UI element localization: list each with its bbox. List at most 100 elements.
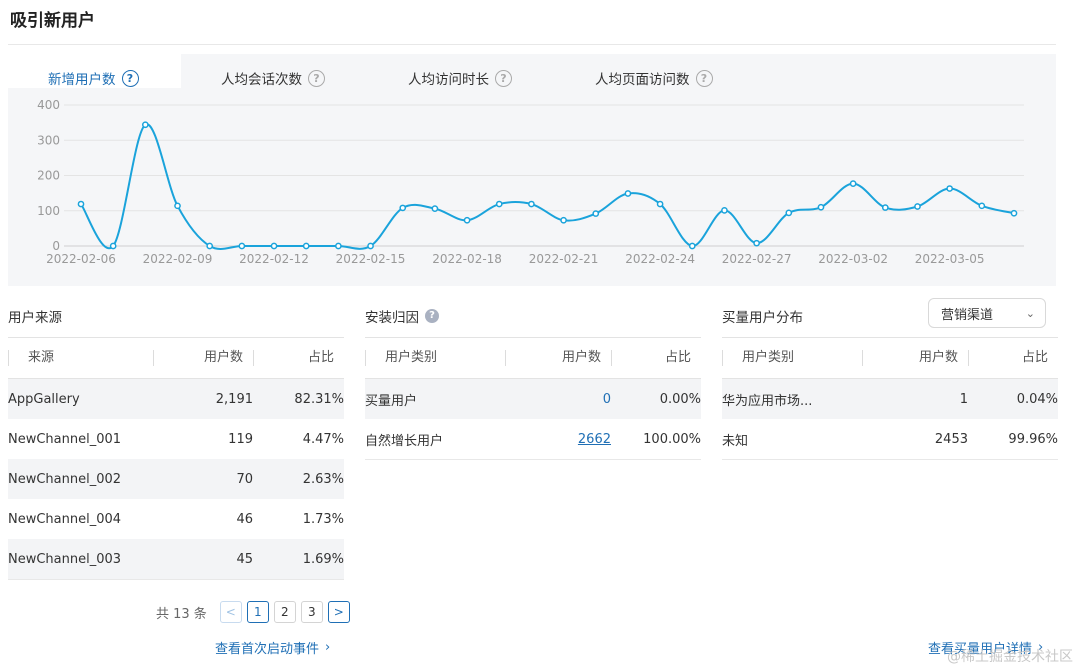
data-point [1010, 209, 1018, 217]
chart-panel: 新增用户数 ? 人均会话次数 ? 人均访问时长 ? 人均页面访问数 ? 0 100… [8, 54, 1056, 286]
column-header-ratio[interactable]: 占比 [611, 337, 701, 379]
category-name: 买量用户 [365, 378, 505, 419]
source-name: AppGallery [8, 378, 153, 419]
user-count: 45 [153, 539, 253, 580]
data-point [174, 202, 181, 210]
prev-page-button[interactable]: < [219, 601, 242, 623]
column-header-ratio[interactable]: 占比 [968, 337, 1058, 379]
table-header-row: 来源 用户数 占比 [8, 337, 344, 379]
next-page-button[interactable]: > [327, 601, 350, 623]
user-ratio: 2.63% [253, 459, 344, 499]
title-divider [8, 44, 1056, 45]
table-row: NewChannel_001 119 4.47% [8, 419, 344, 459]
y-tick-label: 100 [37, 204, 60, 218]
x-tick-label: 2022-02-21 [529, 252, 599, 266]
data-point [77, 200, 85, 208]
data-point [914, 203, 921, 210]
data-point [592, 210, 600, 217]
user-ratio: 4.47% [302, 431, 344, 447]
x-tick-label: 2022-02-18 [432, 252, 502, 266]
paid-users-title: 买量用户分布 [722, 306, 803, 326]
pagination: 共 13 条 < 1 2 3 > [156, 601, 350, 623]
paid-users-table: 用户类别 用户数 占比 华为应用市场... 1 0.04% 未知 2453 99… [722, 337, 1058, 460]
data-point [367, 242, 374, 250]
category-name: 自然增长用户 [365, 419, 505, 460]
x-tick-label: 2022-03-02 [818, 252, 888, 266]
user-count: 46 [236, 511, 253, 527]
user-source-title: 用户来源 [8, 306, 62, 326]
table-header-row: 用户类别 用户数 占比 [365, 337, 701, 379]
table-row: NewChannel_004 46 1.73% [8, 499, 344, 539]
chevron-right-icon: › [325, 640, 331, 655]
source-name: NewChannel_001 [8, 431, 122, 447]
user-ratio: 0.00% [611, 378, 701, 419]
data-point [656, 200, 664, 208]
new-users-line-chart: 0 100 200 300 400 2022-02-06 2022-02-09 2022-02… [37, 98, 1024, 266]
column-header-users[interactable]: 用户数 [862, 337, 968, 379]
data-point [399, 204, 407, 212]
category-name: 华为应用市场... [722, 378, 862, 419]
data-point [141, 121, 149, 129]
data-point [335, 242, 342, 250]
column-header-ratio[interactable]: 占比 [253, 337, 344, 379]
column-header-users[interactable]: 用户数 [505, 337, 611, 379]
source-name: NewChannel_004 [8, 511, 122, 527]
y-tick-label: 200 [37, 169, 60, 183]
page-2-button[interactable]: 2 [273, 601, 296, 623]
x-tick-label: 2022-02-15 [336, 252, 406, 266]
user-ratio: 1.73% [302, 511, 344, 527]
user-ratio: 82.31% [253, 378, 344, 419]
data-point [431, 205, 439, 212]
table-row: 买量用户 0 0.00% [365, 378, 701, 419]
user-count[interactable]: 2662 [578, 432, 611, 447]
data-point [946, 185, 954, 192]
table-header-row: 用户类别 用户数 占比 [722, 337, 1058, 379]
data-point [463, 216, 471, 224]
data-point [302, 242, 310, 250]
data-point [270, 242, 278, 250]
user-count-link[interactable]: 0 [505, 378, 611, 419]
x-tick-label: 2022-02-27 [722, 252, 792, 266]
column-header-users[interactable]: 用户数 [153, 337, 253, 379]
source-name: NewChannel_003 [8, 539, 153, 580]
x-tick-label: 2022-02-06 [46, 252, 116, 266]
column-header-source[interactable]: 来源 [8, 337, 153, 379]
data-point [978, 202, 986, 210]
table-row: 未知 2453 99.96% [722, 419, 1058, 460]
data-point [528, 200, 535, 208]
chevron-down-icon: ⌄ [1025, 306, 1035, 320]
x-tick-label: 2022-02-09 [143, 252, 213, 266]
page-title: 吸引新用户 [10, 11, 95, 31]
x-tick-label: 2022-02-24 [625, 252, 695, 266]
section-title-text: 买量用户分布 [722, 310, 803, 326]
column-header-category[interactable]: 用户类别 [365, 337, 505, 379]
data-point [560, 216, 567, 224]
user-count[interactable]: 0 [603, 392, 611, 407]
user-ratio: 0.04% [968, 378, 1058, 419]
data-point [238, 242, 246, 250]
data-point [817, 203, 825, 211]
info-icon[interactable]: ? [425, 309, 439, 323]
data-point [495, 200, 503, 208]
y-tick-label: 0 [52, 239, 60, 253]
data-point [849, 180, 857, 187]
page-3-button[interactable]: 3 [300, 601, 323, 623]
install-attribution-table: 用户类别 用户数 占比 买量用户 0 0.00% 自然增长用户 2662 100… [365, 337, 701, 460]
user-count: 70 [153, 459, 253, 499]
data-point [688, 242, 696, 250]
source-name: NewChannel_002 [8, 459, 153, 499]
data-point [624, 190, 632, 197]
y-tick-label: 300 [37, 133, 60, 147]
page-1-button[interactable]: 1 [246, 601, 269, 623]
user-count-link[interactable]: 2662 [505, 419, 611, 460]
data-point [109, 242, 117, 250]
table-row: 华为应用市场... 1 0.04% [722, 378, 1058, 419]
data-point [753, 239, 760, 247]
data-point [206, 242, 214, 250]
first-launch-events-link[interactable]: 查看首次启动事件 › [215, 638, 330, 657]
x-tick-label: 2022-03-05 [915, 252, 985, 266]
data-point [785, 209, 793, 217]
table-row: NewChannel_003 45 1.69% [8, 539, 344, 580]
channel-select[interactable]: 营销渠道 ⌄ [928, 298, 1046, 328]
column-header-category[interactable]: 用户类别 [722, 337, 862, 379]
